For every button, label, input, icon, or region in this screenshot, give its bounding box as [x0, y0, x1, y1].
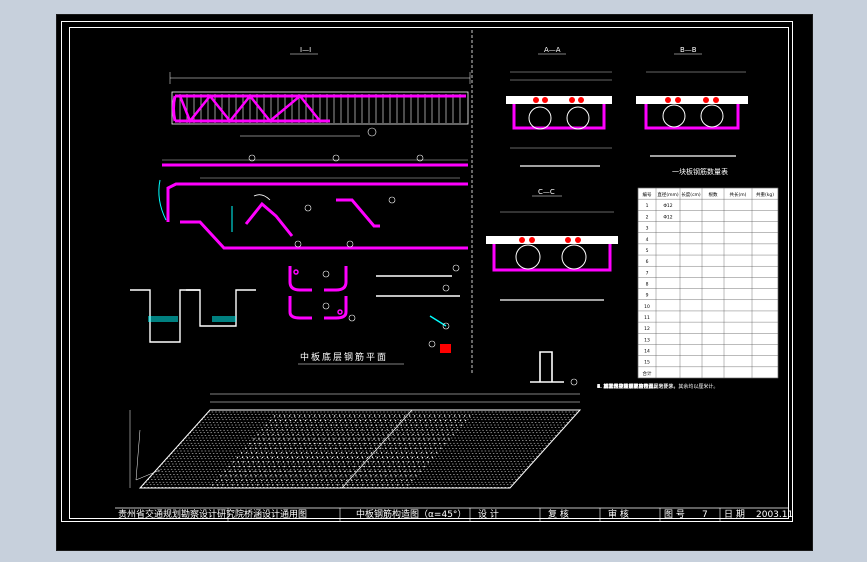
title-review: 审 核	[608, 510, 629, 520]
table-cell: 10	[644, 304, 650, 310]
table-cell: 7	[646, 270, 649, 276]
note-9: 9. ……	[597, 384, 614, 390]
table-cell: 13	[644, 337, 650, 343]
drawing-canvas: Ⅰ—Ⅰ 中板底层钢筋平面 A—A B—B C—C 一块板钢筋数量表 编号 直径(…	[115, 30, 788, 521]
table-cell: Φ12	[663, 203, 672, 209]
plan-title: 中板底层钢筋平面	[300, 351, 388, 363]
svg-text:B—B: B—B	[680, 46, 697, 54]
table-header-cell: 直径(mm)	[657, 191, 679, 198]
short-bars	[376, 264, 460, 353]
table-cell: Φ12	[663, 214, 672, 220]
svg-text:C—C: C—C	[538, 188, 555, 196]
rebar-table: 一块板钢筋数量表 编号 直径(mm) 长度(cm) 根数 共长(m) 共重(kg) 1 Φ12…	[637, 167, 779, 379]
title-drawing-name: 中板钢筋构造图（α=45°）	[356, 510, 467, 520]
section-label-top-left: Ⅰ—Ⅰ	[300, 46, 311, 54]
title-sheet-label: 图 号	[664, 510, 685, 520]
title-org: 贵州省交通规划勘察设计研究院	[118, 510, 245, 520]
hook-shapes	[288, 266, 348, 320]
section-aa: A—A	[506, 46, 612, 167]
table-cell: 3	[646, 226, 649, 232]
table-cell: 6	[646, 259, 649, 265]
table-cell: 5	[646, 248, 649, 254]
table-header-cell: 根数	[709, 191, 718, 198]
title-design: 设 计	[478, 510, 499, 520]
title-check: 复 核	[548, 510, 569, 520]
title-project: 桥涵设计通用图	[244, 510, 308, 520]
section-bb: B—B	[636, 46, 748, 157]
table-cell: 2	[646, 214, 649, 220]
table-cell: 14	[644, 349, 650, 355]
table-header-cell: 共重(kg)	[756, 191, 774, 198]
section-cc: C—C	[486, 188, 618, 301]
svg-text:A—A: A—A	[544, 46, 561, 54]
table-cell: 合计	[643, 370, 652, 377]
table-cell: 12	[644, 326, 650, 332]
bar-details	[158, 154, 468, 250]
table-cell: 11	[644, 315, 650, 321]
table-cell: 9	[646, 293, 649, 299]
stirrup-shapes	[130, 289, 256, 343]
table-cell: 15	[644, 360, 650, 366]
table-cell: 4	[646, 237, 649, 243]
hook-detail	[530, 351, 578, 386]
plan-view	[129, 393, 582, 489]
elevation-view: Ⅰ—Ⅰ	[169, 46, 471, 137]
table-cell: 1	[646, 203, 649, 209]
table-header-cell: 长度(cm)	[681, 191, 701, 198]
table-header-cell: 编号	[643, 191, 652, 198]
table-cell: 8	[646, 281, 649, 287]
svg-text:一块板钢筋数量表: 一块板钢筋数量表	[672, 167, 728, 176]
table-header-cell: 共长(m)	[730, 191, 747, 198]
title-date: 2003.11	[756, 510, 794, 520]
title-sheet-no: 7	[702, 510, 708, 520]
title-date-label: 日 期	[724, 510, 745, 520]
